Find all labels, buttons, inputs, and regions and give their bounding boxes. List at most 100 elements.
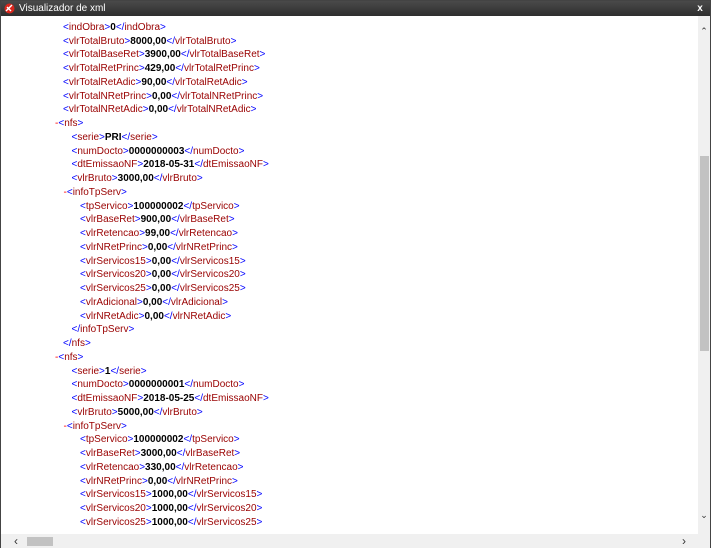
tag-name: tpServico	[85, 434, 128, 446]
xml-viewer-window: Visualizador de xml x <nrInscTomador>078…	[0, 0, 711, 548]
xml-content-area[interactable]: <nrInscTomador>07858662000108</nrInscTom…	[1, 16, 698, 534]
tag-value: 900,00	[140, 214, 172, 226]
xml-line: <vlrServicos15>1000,00</vlrServicos15>	[1, 488, 299, 502]
tag-name: indObra	[68, 21, 105, 33]
xml-line[interactable]: -<nfs>	[1, 351, 299, 365]
tag-name: vlrServicos25	[85, 283, 146, 294]
tag-bracket: >	[84, 338, 91, 349]
tag-name: vlrBruto	[162, 406, 197, 418]
vertical-scrollbar[interactable]: ⌃ ⌄	[698, 16, 710, 534]
xml-line[interactable]: -<infoTpServ>	[1, 420, 299, 434]
tag-bracket: >	[233, 434, 240, 446]
tag-bracket: >	[230, 35, 237, 47]
close-button[interactable]: x	[694, 1, 706, 16]
tag-value: 5000,00	[117, 406, 154, 418]
tag-value: 100000002	[133, 434, 184, 446]
tag-bracket: >	[253, 63, 260, 74]
xml-line: <vlrServicos25>0,00</vlrServicos25>	[1, 282, 299, 296]
tag-bracket: >	[263, 393, 269, 404]
tag-name: infoTpServ	[72, 420, 122, 432]
vertical-scroll-thumb[interactable]	[700, 156, 709, 351]
tag-bracket: >	[222, 296, 228, 308]
tag-name: nfs	[64, 351, 78, 363]
tag-bracket: >	[293, 16, 299, 19]
tag-name: dtEmissaoNF	[202, 159, 263, 171]
chevron-up-icon[interactable]: ⌃	[698, 24, 710, 38]
tag-value: 0,00	[147, 241, 168, 253]
tag-bracket: >	[239, 255, 246, 267]
tag-name: serie	[77, 365, 100, 377]
tag-bracket: </	[171, 283, 180, 294]
tag-bracket: >	[121, 420, 127, 432]
xml-line: <serie>1</serie>	[1, 365, 299, 379]
xml-line: <vlrServicos25>1000,00</vlrServicos25>	[1, 516, 299, 530]
horizontal-scroll-thumb[interactable]	[27, 537, 53, 546]
tag-name: vlrNRetPrinc	[175, 241, 233, 253]
tag-bracket: >	[239, 283, 246, 294]
xml-line: <vlrTotalBruto>8000,00</vlrTotalBruto>	[1, 35, 299, 49]
xml-line: <vlrAdicional>0,00</vlrAdicional>	[1, 296, 299, 310]
tag-bracket: </	[187, 489, 197, 501]
tag-name: vlrTotalRetPrinc	[183, 63, 254, 74]
tag-value: PRI	[104, 131, 122, 143]
xml-line: <vlrTotalNRetPrinc>0,00</vlrTotalNRetPri…	[1, 90, 299, 104]
tag-bracket: </	[175, 461, 185, 473]
tag-name: vlrBruto	[77, 173, 112, 184]
tag-value: 3900,00	[144, 49, 181, 61]
tag-bracket: >	[256, 489, 263, 501]
xml-line: <vlrNRetPrinc>0,00</vlrNRetPrinc>	[1, 475, 299, 489]
tag-bracket: >	[234, 448, 241, 459]
tag-bracket: >	[77, 118, 84, 129]
tag-name: vlrServicos20	[85, 269, 146, 281]
tag-bracket: </	[171, 90, 181, 102]
xml-line[interactable]: -<infoTpServ>	[1, 186, 299, 200]
tag-name: tpServico	[85, 200, 128, 212]
tag-bracket: </	[194, 393, 203, 404]
tag-value: 0,00	[151, 255, 172, 267]
tag-name: nfs	[64, 118, 78, 129]
tag-bracket: >	[232, 228, 238, 239]
tag-value: 0,00	[151, 269, 172, 281]
xml-line: <vlrRetencao>330,00</vlrRetencao>	[1, 461, 299, 475]
xml-line: <vlrTotalNRetAdic>0,00</vlrTotalNRetAdic…	[1, 103, 299, 117]
horizontal-scrollbar[interactable]: ‹ ›	[1, 534, 710, 548]
tag-bracket: >	[256, 516, 263, 528]
tag-value: 0,00	[148, 104, 169, 116]
tag-bracket: </	[175, 63, 184, 74]
xml-line: <serie>PRI</serie>	[1, 131, 299, 145]
tag-bracket: >	[225, 310, 232, 322]
tag-name: infoTpServ	[72, 186, 122, 198]
tag-name: vlrAdicional	[170, 296, 223, 308]
tag-name: vlrTotalBruto	[175, 35, 231, 47]
tag-value: 429,00	[144, 63, 176, 74]
tag-bracket: </	[194, 159, 203, 171]
xml-line[interactable]: -<nfs>	[1, 117, 299, 131]
tag-bracket: </	[166, 76, 176, 88]
tag-name: vlrRetencao	[178, 228, 233, 239]
tag-bracket: >	[241, 76, 248, 88]
tag-name: vlrBruto	[77, 406, 112, 418]
xml-line: <vlrRetencao>99,00</vlrRetencao>	[1, 227, 299, 241]
chevron-right-icon[interactable]: ›	[677, 534, 691, 548]
tag-name: vlrServicos15	[85, 489, 146, 501]
tag-name: vlrServicos25	[85, 516, 146, 528]
tag-name: dtEmissaoNF	[77, 393, 138, 404]
xml-line: <indObra>0</indObra>	[1, 21, 299, 35]
tag-value: 2018-05-25	[143, 393, 195, 404]
title-bar[interactable]: Visualizador de xml x	[1, 1, 710, 16]
tag-bracket: </	[166, 35, 176, 47]
tag-name: numDocto	[77, 145, 123, 157]
tag-name: vlrBaseRet	[185, 448, 235, 459]
tag-bracket: </	[110, 365, 120, 377]
tag-name: vlrNRetAdic	[85, 310, 139, 322]
tag-bracket: >	[259, 49, 266, 61]
chevron-left-icon[interactable]: ‹	[9, 534, 23, 548]
xml-line: <vlrServicos20>0,00</vlrServicos20>	[1, 268, 299, 282]
xml-line: <vlrBaseRet>3000,00</vlrBaseRet>	[1, 447, 299, 461]
tag-bracket: </	[71, 324, 81, 336]
tag-bracket: >	[256, 503, 263, 514]
tag-bracket: >	[196, 173, 203, 184]
tag-bracket: </	[63, 338, 72, 349]
chevron-down-icon[interactable]: ⌄	[698, 508, 710, 522]
xml-line: </infoTpServ>	[1, 323, 299, 337]
